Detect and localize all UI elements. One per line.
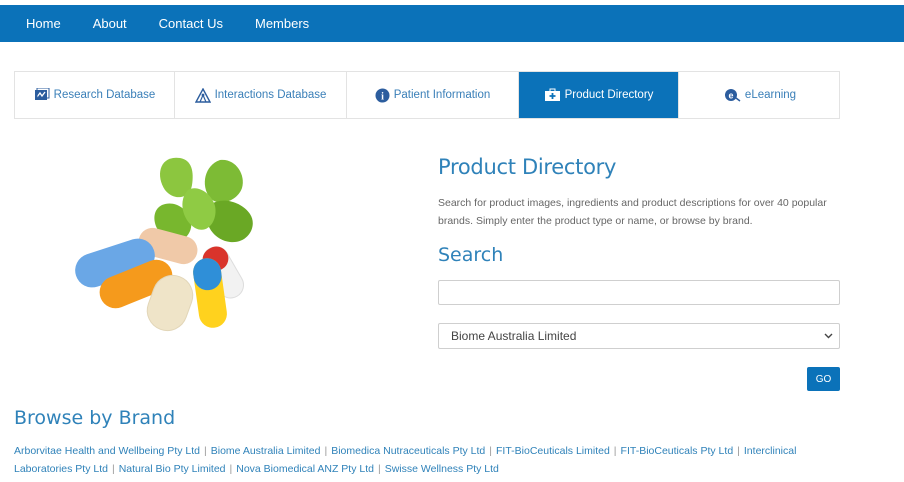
brand-link[interactable]: FIT-BioCeuticals Pty Ltd — [621, 445, 734, 457]
tab-label: Research Database — [53, 89, 156, 101]
brand-link[interactable]: FIT-BioCeuticals Limited — [496, 445, 610, 457]
separator: | — [204, 445, 207, 457]
elearning-icon: e — [724, 88, 741, 102]
tab-label: Interactions Database — [214, 89, 327, 101]
nav-members[interactable]: Members — [239, 5, 325, 42]
browse-heading: Browse by Brand — [14, 407, 176, 429]
brand-link[interactable]: Biome Australia Limited — [211, 445, 321, 457]
separator: | — [489, 445, 492, 457]
tab-interactions-database[interactable]: Interactions Database — [175, 72, 347, 118]
separator: | — [111, 463, 115, 475]
separator: | — [324, 445, 328, 457]
chevron-down-icon — [824, 331, 833, 342]
interactions-icon — [194, 87, 211, 103]
pills-image — [70, 150, 300, 340]
nav-home[interactable]: Home — [10, 5, 77, 42]
tab-patient-information[interactable]: i Patient Information — [347, 72, 519, 118]
brand-select-value: Biome Australia Limited — [451, 329, 577, 343]
svg-text:i: i — [381, 91, 384, 102]
tab-product-directory[interactable]: Product Directory — [519, 72, 679, 118]
go-button[interactable]: GO — [807, 367, 840, 391]
tab-elearning[interactable]: e eLearning — [679, 72, 841, 118]
tab-label: Patient Information — [393, 89, 491, 101]
top-nav: Home About Contact Us Members — [10, 5, 325, 42]
tab-label: eLearning — [744, 89, 797, 101]
section-tabs: Research Database Interactions Database … — [14, 71, 840, 119]
search-heading: Search — [438, 244, 504, 266]
medical-kit-icon — [544, 88, 561, 102]
brand-link[interactable]: Biomedica Nutraceuticals Pty Ltd — [331, 445, 485, 457]
page-description: Search for product images, ingredients a… — [438, 197, 827, 227]
nav-contact-us[interactable]: Contact Us — [143, 5, 239, 42]
brand-link[interactable]: Arborvitae Health and Wellbeing Pty Ltd — [14, 445, 200, 457]
page-title: Product Directory — [438, 155, 617, 179]
svg-text:e: e — [728, 91, 733, 101]
brand-link[interactable]: Swisse Wellness Pty Ltd — [385, 463, 499, 475]
brand-link[interactable]: Nova Biomedical ANZ Pty Ltd — [236, 463, 374, 475]
info-icon: i — [375, 88, 390, 103]
brand-list: Arborvitae Health and Wellbeing Pty Ltd |… — [14, 442, 834, 478]
brand-link[interactable]: Natural Bio Pty Limited — [119, 463, 226, 475]
separator: | — [229, 463, 233, 475]
nav-about[interactable]: About — [77, 5, 143, 42]
top-navigation-bar: Home About Contact Us Members — [0, 5, 904, 42]
separator: | — [737, 445, 740, 457]
search-input[interactable] — [438, 280, 840, 305]
tab-research-database[interactable]: Research Database — [15, 72, 175, 118]
separator: | — [377, 463, 381, 475]
tab-label: Product Directory — [564, 89, 654, 101]
separator: | — [613, 445, 617, 457]
research-database-icon — [34, 88, 50, 102]
brand-select[interactable]: Biome Australia Limited — [438, 323, 840, 349]
